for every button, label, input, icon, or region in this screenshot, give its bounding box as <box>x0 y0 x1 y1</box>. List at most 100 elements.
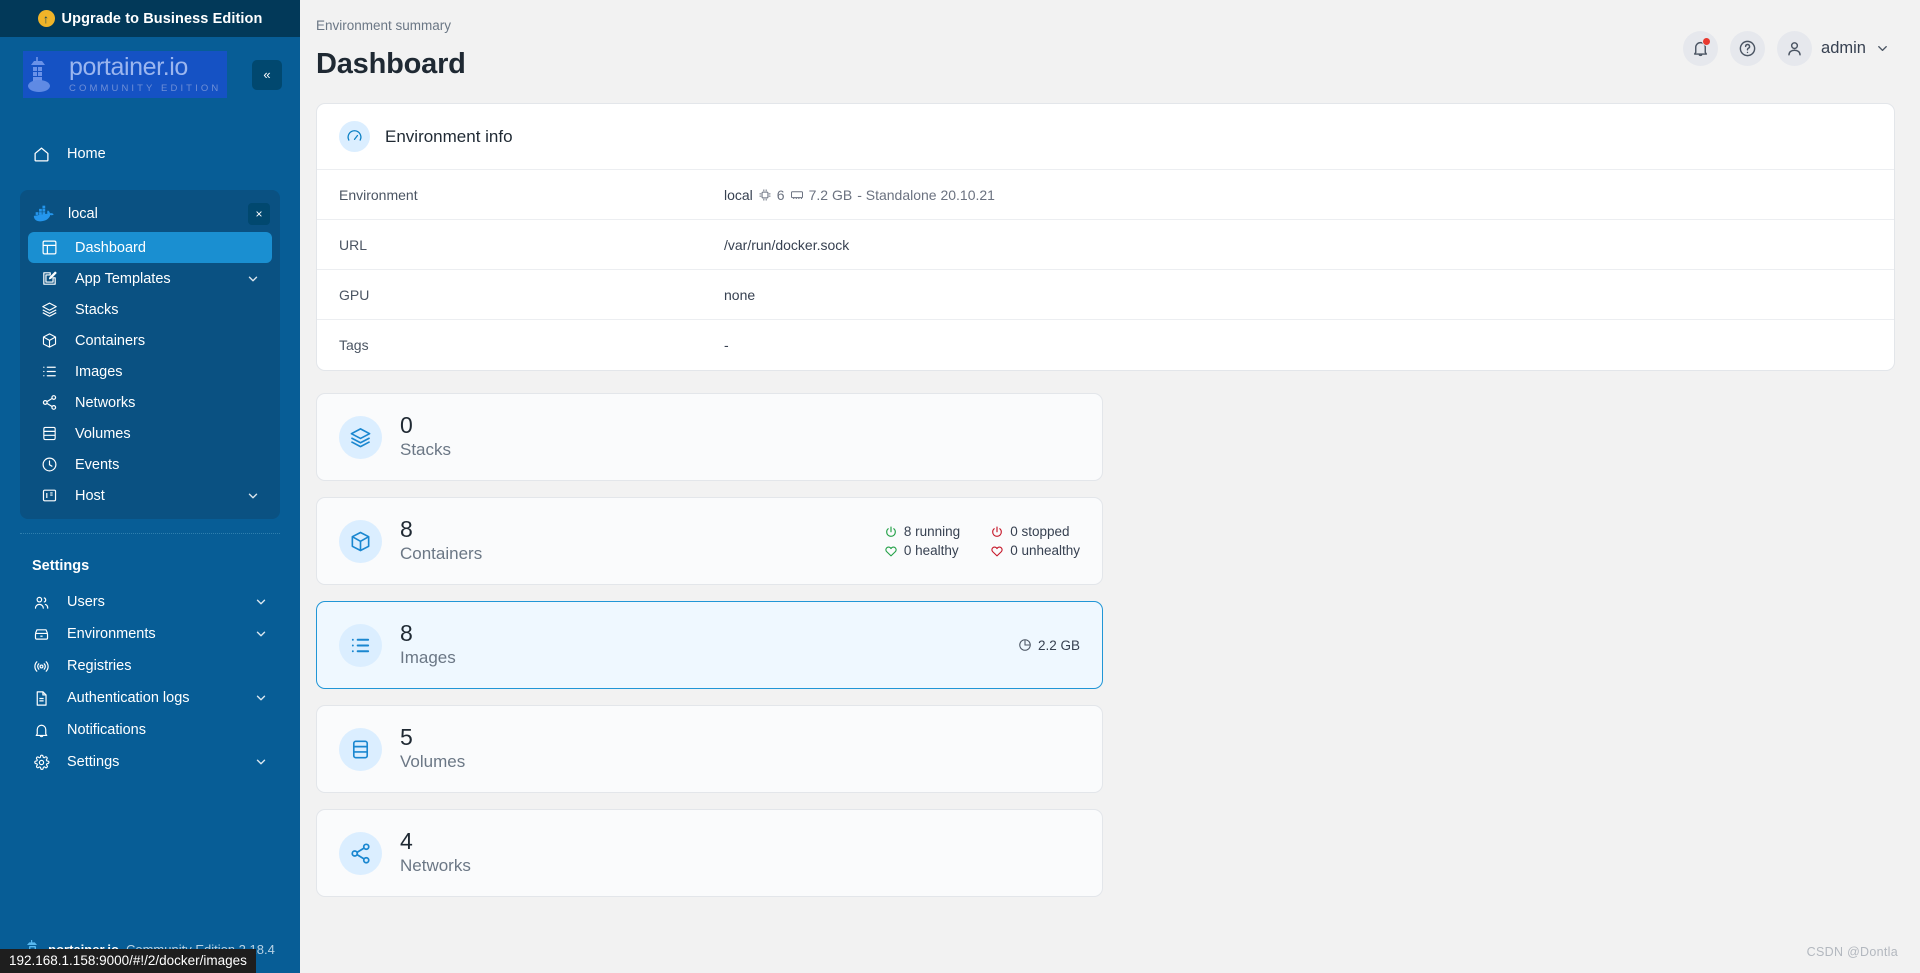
sidebar-item-environments[interactable]: Environments <box>20 618 280 650</box>
status-text: 8 running <box>903 524 961 539</box>
chevron-down-icon[interactable] <box>246 489 260 503</box>
stat-card-containers[interactable]: 8 Containers 8 running 0 stopped 0 healt… <box>316 497 1103 585</box>
container-status-summary: 8 running 0 stopped 0 healthy 0 unhealth… <box>884 524 1080 558</box>
info-value: local 6 7.2 GB - Standalone 20.10.21 <box>724 187 995 203</box>
environment-selector[interactable]: local × <box>20 196 280 232</box>
environment-suffix: - Standalone 20.10.21 <box>857 186 995 203</box>
info-key: GPU <box>339 286 370 303</box>
sidebar-item-label: Environments <box>67 626 156 642</box>
radio-icon <box>32 657 51 676</box>
chevron-down-icon[interactable] <box>254 627 268 641</box>
images-size-text: 2.2 GB <box>1037 637 1080 653</box>
users-icon <box>32 593 51 612</box>
sidebar-item-networks[interactable]: Networks <box>28 387 272 418</box>
sidebar-item-settings[interactable]: Settings <box>20 746 280 778</box>
avatar[interactable] <box>1777 31 1813 66</box>
sidebar-item-label: Containers <box>75 332 146 349</box>
sidebar-item-host[interactable]: Host <box>28 480 272 511</box>
containers-stopped: 0 stopped <box>990 524 1080 539</box>
sidebar-item-label: Registries <box>67 658 132 674</box>
document-icon <box>32 689 51 708</box>
clock-icon <box>40 455 59 474</box>
sidebar-item-label: Volumes <box>75 425 131 442</box>
chevron-down-icon[interactable] <box>1875 41 1890 56</box>
user-icon <box>1788 42 1801 56</box>
environment-name: local <box>68 206 98 222</box>
collapse-sidebar-button[interactable]: « <box>252 59 282 90</box>
edit-square-icon <box>40 269 59 288</box>
stat-card-networks[interactable]: 4 Networks <box>316 809 1103 897</box>
stat-label: Volumes <box>400 751 466 771</box>
sidebar-item-stacks[interactable]: Stacks <box>28 294 272 325</box>
containers-unhealthy: 0 unhealthy <box>990 543 1080 558</box>
memory-value: 7.2 GB <box>808 186 853 203</box>
containers-running: 8 running <box>884 524 960 539</box>
settings-section-label: Settings <box>32 558 90 574</box>
pie-clock-icon <box>1019 639 1031 651</box>
stat-card-stacks[interactable]: 0 Stacks <box>316 393 1103 481</box>
sidebar-item-label: App Templates <box>75 270 171 287</box>
chevron-down-icon[interactable] <box>254 755 268 769</box>
environment-info-card: Environment info Environment local 6 7.2… <box>316 103 1895 371</box>
info-value: - <box>724 337 729 353</box>
environment-group: local × Dashboard App Templates Stacks C… <box>20 190 280 519</box>
help-button[interactable] <box>1730 31 1766 66</box>
chevron-down-icon[interactable] <box>246 272 260 286</box>
stat-count: 0 <box>400 412 413 439</box>
database-icon <box>40 424 59 443</box>
bell-icon <box>32 721 51 740</box>
dashboard-content: Environment info Environment local 6 7.2… <box>300 81 1920 897</box>
logo-edition: COMMUNITY EDITION <box>69 83 222 94</box>
images-size: 2.2 GB <box>1018 638 1080 653</box>
heart-icon <box>991 546 1003 556</box>
sidebar-item-users[interactable]: Users <box>20 586 280 618</box>
sidebar-item-label: Notifications <box>67 722 146 738</box>
stat-count: 8 <box>400 516 413 543</box>
sidebar-item-home[interactable]: Home <box>20 138 280 170</box>
sidebar-item-containers[interactable]: Containers <box>28 325 272 356</box>
stat-count: 8 <box>400 620 413 647</box>
upgrade-banner-label: Upgrade to Business Edition <box>61 10 263 27</box>
info-key: Environment <box>339 186 418 203</box>
info-key: Tags <box>339 337 369 353</box>
upgrade-banner[interactable]: ↑ Upgrade to Business Edition <box>0 0 300 37</box>
sidebar-item-label: Settings <box>67 754 120 770</box>
chevron-down-icon[interactable] <box>254 691 268 705</box>
gauge-icon <box>339 121 370 152</box>
sidebar-item-dashboard[interactable]: Dashboard <box>28 232 272 263</box>
sidebar-item-volumes[interactable]: Volumes <box>28 418 272 449</box>
sidebar-item-label: Users <box>67 594 105 610</box>
stat-card-volumes[interactable]: 5 Volumes <box>316 705 1103 793</box>
close-environment-button[interactable]: × <box>248 203 270 225</box>
user-menu[interactable]: admin <box>1777 31 1890 66</box>
layers-icon <box>40 300 59 319</box>
environment-name-value: local <box>724 186 753 203</box>
stat-card-images[interactable]: 8 Images 2.2 GB <box>316 601 1103 689</box>
info-value: none <box>724 286 756 303</box>
sidebar-item-registries[interactable]: Registries <box>20 650 280 682</box>
portainer-dashboard: ↑ Upgrade to Business Edition portainer.… <box>0 0 1920 973</box>
cube-icon <box>339 519 382 563</box>
environment-info-title: Environment info <box>385 126 513 146</box>
gear-icon <box>32 753 51 772</box>
info-row-environment: Environment local 6 7.2 GB - Standalone … <box>317 170 1894 220</box>
sidebar-item-images[interactable]: Images <box>28 356 272 387</box>
dashboard-icon <box>40 238 59 257</box>
sidebar-item-notifications[interactable]: Notifications <box>20 714 280 746</box>
sidebar-item-label: Home <box>67 146 106 162</box>
cube-icon <box>40 331 59 350</box>
sidebar-item-events[interactable]: Events <box>28 449 272 480</box>
info-value: /var/run/docker.sock <box>724 236 850 253</box>
sidebar-item-label: Networks <box>75 394 136 411</box>
stat-label: Images <box>400 647 456 667</box>
notifications-button[interactable] <box>1683 31 1719 66</box>
watermark: CSDN @Dontla <box>1806 945 1898 959</box>
sidebar-item-authentication-logs[interactable]: Authentication logs <box>20 682 280 714</box>
status-text: 0 unhealthy <box>1010 543 1080 558</box>
heart-icon <box>885 546 897 556</box>
sidebar-item-label: Stacks <box>75 301 119 318</box>
chevron-down-icon[interactable] <box>254 595 268 609</box>
docker-icon <box>33 205 54 222</box>
sidebar-item-app-templates[interactable]: App Templates <box>28 263 272 294</box>
double-chevron-left-icon: « <box>263 67 271 82</box>
